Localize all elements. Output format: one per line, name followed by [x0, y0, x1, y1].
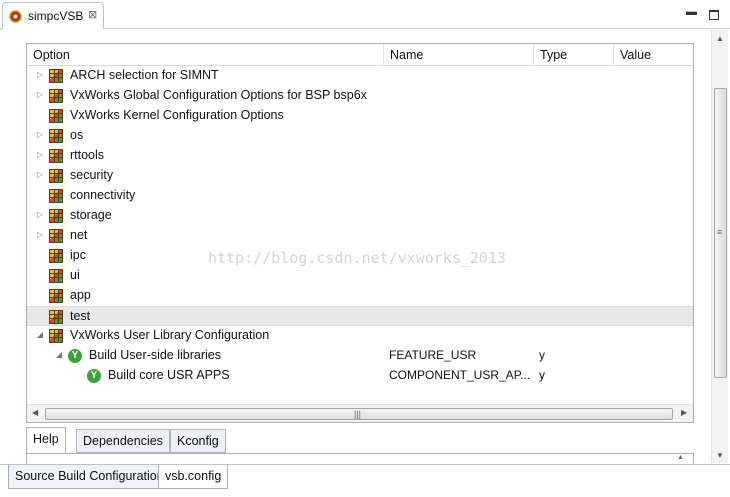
expand-arrow-icon[interactable]: ▷	[35, 210, 45, 220]
option-label: VxWorks User Library Configuration	[70, 328, 270, 342]
grip-icon: ≡	[717, 227, 723, 237]
option-label: ARCH selection for SIMNT	[70, 68, 219, 82]
maximize-icon[interactable]	[709, 10, 719, 20]
package-icon	[49, 209, 63, 223]
package-icon	[49, 69, 63, 83]
tree-row[interactable]: ui	[27, 266, 693, 286]
collapse-arrow-icon[interactable]: ◢	[35, 330, 45, 340]
scroll-left-icon[interactable]: ◀	[32, 408, 38, 417]
tab-dependencies[interactable]: Dependencies	[76, 429, 170, 453]
option-label: os	[70, 128, 84, 142]
option-label: VxWorks Kernel Configuration Options	[70, 108, 284, 122]
tree-row[interactable]: ▷ rttools	[27, 146, 693, 166]
scroll-up-icon[interactable]: ▲	[677, 454, 684, 461]
option-name: FEATURE_USR	[389, 348, 477, 362]
collapse-arrow-icon[interactable]: ◢	[54, 350, 64, 360]
package-icon	[49, 169, 63, 183]
tree-row[interactable]: connectivity	[27, 186, 693, 206]
column-option[interactable]: Option	[27, 44, 384, 66]
column-value[interactable]: Value	[614, 44, 693, 66]
scroll-down-icon[interactable]: ▼	[716, 451, 724, 460]
tab-kconfig[interactable]: Kconfig	[170, 429, 226, 453]
option-type: y	[539, 348, 545, 362]
configuration-tree-table: Option Name Type Value ▷ ARCH selection f…	[26, 43, 694, 423]
option-label: storage	[70, 208, 112, 222]
expand-arrow-icon[interactable]: ▷	[35, 150, 45, 160]
option-label: net	[70, 228, 88, 242]
grip-icon: |||	[354, 409, 362, 419]
option-label: rttools	[70, 148, 105, 162]
option-label: Build core USR APPS	[108, 368, 230, 382]
tab-help[interactable]: Help	[26, 427, 66, 454]
tree-row[interactable]: ▷ VxWorks Global Configuration Options fo…	[27, 86, 693, 106]
editor-tab-simpcvsb[interactable]: simpcVSB ⊠	[2, 2, 104, 29]
tree-row[interactable]: Y Build core USR APPS COMPONENT_USR_AP... y	[27, 366, 693, 386]
editor-page-tabs: Source Build Configuration vsb.config	[0, 464, 730, 497]
tree-row[interactable]: ▷ storage	[27, 206, 693, 226]
vsb-project-icon	[9, 10, 22, 23]
option-label: connectivity	[70, 188, 136, 202]
tab-source-build-configuration[interactable]: Source Build Configuration	[8, 465, 171, 489]
option-label: ui	[70, 268, 80, 282]
minimize-icon[interactable]: ▬	[686, 6, 697, 18]
option-label: test	[70, 309, 91, 323]
tree-row[interactable]: VxWorks Kernel Configuration Options	[27, 106, 693, 126]
y-badge-icon: Y	[87, 369, 101, 383]
tree-row[interactable]: ▷ os	[27, 126, 693, 146]
expand-arrow-icon[interactable]: ▷	[35, 130, 45, 140]
vertical-scrollbar[interactable]: ▲ ≡ ▼	[711, 30, 728, 463]
option-label: app	[70, 288, 91, 302]
tree-row[interactable]: ipc	[27, 246, 693, 266]
horizontal-scrollbar[interactable]: ◀ ||| ▶	[27, 404, 693, 422]
option-label: ipc	[70, 248, 86, 262]
tree-row[interactable]: ◢ Y Build User-side libraries FEATURE_USR y	[27, 346, 693, 366]
horizontal-scroll-thumb[interactable]: |||	[45, 408, 673, 420]
tree-row[interactable]: ▷ ARCH selection for SIMNT	[27, 66, 693, 86]
column-type[interactable]: Type	[534, 44, 614, 66]
package-icon	[49, 269, 63, 283]
option-name: COMPONENT_USR_AP...	[389, 368, 531, 382]
tree-rows: ▷ ARCH selection for SIMNT ▷ VxWorks Global…	[27, 66, 693, 404]
tree-row[interactable]: app	[27, 286, 693, 306]
expand-arrow-icon[interactable]: ▷	[35, 90, 45, 100]
vertical-scroll-thumb[interactable]: ≡	[714, 88, 727, 378]
tree-row[interactable]: test	[27, 306, 693, 326]
tree-row[interactable]: ▷ net	[27, 226, 693, 246]
column-name[interactable]: Name	[384, 44, 534, 66]
expand-arrow-icon[interactable]: ▷	[35, 70, 45, 80]
package-icon	[49, 310, 63, 324]
package-icon	[49, 329, 63, 343]
package-icon	[49, 289, 63, 303]
option-label: security	[70, 168, 114, 182]
expand-arrow-icon[interactable]: ▷	[35, 170, 45, 180]
scroll-up-icon[interactable]: ▲	[716, 34, 724, 43]
editor-tab-title: simpcVSB	[28, 9, 84, 23]
package-icon	[49, 249, 63, 263]
y-badge-icon: Y	[68, 349, 82, 363]
option-label: Build User-side libraries	[89, 348, 221, 362]
package-icon	[49, 109, 63, 123]
package-icon	[49, 129, 63, 143]
option-type: y	[539, 368, 545, 382]
scroll-right-icon[interactable]: ▶	[681, 408, 687, 417]
column-header: Option Name Type Value	[27, 44, 693, 66]
close-icon[interactable]: ⊠	[88, 8, 97, 21]
tree-row[interactable]: ▷ security	[27, 166, 693, 186]
package-icon	[49, 189, 63, 203]
tab-vsb-config[interactable]: vsb.config	[158, 465, 229, 489]
package-icon	[49, 149, 63, 163]
editor-tab-bar: simpcVSB ⊠ ▬	[0, 0, 730, 29]
tree-row[interactable]: ◢ VxWorks User Library Configuration	[27, 326, 693, 346]
expand-arrow-icon[interactable]: ▷	[35, 230, 45, 240]
package-icon	[49, 89, 63, 103]
package-icon	[49, 229, 63, 243]
option-label: VxWorks Global Configuration Options for…	[70, 88, 367, 102]
